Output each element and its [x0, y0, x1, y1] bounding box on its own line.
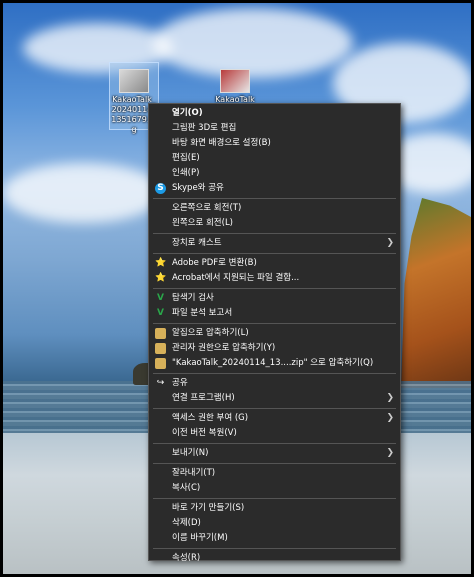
menu-item-label: 탐색기 검사: [172, 293, 214, 303]
menu-item-label: 연결 프로그램(H): [172, 393, 235, 403]
image-thumbnail-icon: [119, 69, 149, 93]
menu-item-label: 인쇄(P): [172, 168, 200, 178]
menu-item-label: 보내기(N): [172, 448, 209, 458]
menu-item-label: Adobe PDF로 변환(B): [172, 258, 257, 268]
menu-item-label: 잘라내기(T): [172, 468, 216, 478]
acrobat-combine-icon: ⭐: [155, 273, 167, 283]
menu-item-alzip-to-zip[interactable]: "KakaoTalk_20240114_13....zip" 으로 압축하기(Q…: [149, 356, 400, 371]
menu-item-rotate-right[interactable]: 오른쪽으로 회전(T): [149, 201, 400, 216]
menu-item-label: Skype와 공유: [172, 183, 224, 193]
chevron-right-icon: ❯: [386, 393, 394, 403]
menu-separator: [153, 323, 396, 324]
menu-item-acrobat-combine[interactable]: ⭐ Acrobat에서 지원되는 파일 결합...: [149, 271, 400, 286]
cliff-image: [401, 198, 471, 388]
menu-item-label: 알집으로 압축하기(L): [172, 328, 249, 338]
menu-item-restore-previous[interactable]: 이전 버전 복원(V): [149, 426, 400, 441]
menu-separator: [153, 373, 396, 374]
menu-item-give-access[interactable]: 액세스 권한 부여 (G) ❯: [149, 411, 400, 426]
antivirus-scan-icon: V: [157, 293, 164, 303]
menu-item-copy[interactable]: 복사(C): [149, 481, 400, 496]
chevron-right-icon: ❯: [386, 448, 394, 458]
menu-item-label: 왼쪽으로 회전(L): [172, 218, 233, 228]
menu-item-delete[interactable]: 삭제(D): [149, 516, 400, 531]
menu-item-rename[interactable]: 이름 바꾸기(M): [149, 531, 400, 546]
context-menu: 열기(O) 그림판 3D로 편집 바탕 화면 배경으로 설정(B) 편집(E) …: [148, 103, 401, 563]
menu-item-label: 관리자 권한으로 압축하기(Y): [172, 343, 276, 353]
skype-icon: S: [155, 183, 166, 194]
menu-item-antivirus-scan[interactable]: V 탐색기 검사: [149, 291, 400, 306]
menu-item-label: 바탕 화면 배경으로 설정(B): [172, 138, 271, 148]
chevron-right-icon: ❯: [386, 238, 394, 248]
menu-item-rotate-left[interactable]: 왼쪽으로 회전(L): [149, 216, 400, 231]
menu-item-label: 파일 분석 보고서: [172, 308, 233, 318]
menu-item-file-analysis[interactable]: V 파일 분석 보고서: [149, 306, 400, 321]
menu-item-set-background[interactable]: 바탕 화면 배경으로 설정(B): [149, 136, 400, 151]
menu-separator: [153, 408, 396, 409]
menu-item-properties[interactable]: 속성(R): [149, 551, 400, 566]
menu-item-label: 바로 가기 만들기(S): [172, 503, 245, 513]
image-thumbnail-icon: [220, 69, 250, 93]
menu-item-share[interactable]: ↪ 공유: [149, 376, 400, 391]
menu-item-label: 삭제(D): [172, 518, 201, 528]
menu-separator: [153, 548, 396, 549]
menu-item-label: 액세스 권한 부여 (G): [172, 413, 249, 423]
menu-separator: [153, 253, 396, 254]
menu-item-create-shortcut[interactable]: 바로 가기 만들기(S): [149, 501, 400, 516]
adobe-pdf-icon: ⭐: [155, 258, 167, 268]
desktop-icon-kakaotalk-image-2[interactable]: KakaoTalk: [211, 63, 259, 104]
menu-item-label: 속성(R): [172, 553, 201, 563]
alzip-zip-icon: [155, 358, 166, 369]
menu-item-cut[interactable]: 잘라내기(T): [149, 466, 400, 481]
share-icon: ↪: [156, 378, 165, 388]
alzip-admin-icon: [155, 343, 166, 354]
menu-separator: [153, 233, 396, 234]
menu-separator: [153, 463, 396, 464]
menu-separator: [153, 498, 396, 499]
menu-item-label: 그림판 3D로 편집: [172, 123, 237, 133]
menu-item-convert-adobe-pdf[interactable]: ⭐ Adobe PDF로 변환(B): [149, 256, 400, 271]
menu-separator: [153, 443, 396, 444]
alzip-icon: [155, 328, 166, 339]
menu-item-cast-to-device[interactable]: 장치로 캐스트 ❯: [149, 236, 400, 251]
menu-item-label: 오른쪽으로 회전(T): [172, 203, 242, 213]
menu-item-open[interactable]: 열기(O): [149, 106, 400, 121]
menu-item-edit-paint3d[interactable]: 그림판 3D로 편집: [149, 121, 400, 136]
menu-item-label: 이름 바꾸기(M): [172, 533, 228, 543]
menu-item-edit[interactable]: 편집(E): [149, 151, 400, 166]
menu-item-label: Acrobat에서 지원되는 파일 결합...: [172, 273, 300, 283]
menu-item-print[interactable]: 인쇄(P): [149, 166, 400, 181]
menu-item-label: 공유: [172, 378, 188, 388]
menu-item-label: "KakaoTalk_20240114_13....zip" 으로 압축하기(Q…: [172, 358, 374, 368]
menu-item-alzip-compress[interactable]: 알집으로 압축하기(L): [149, 326, 400, 341]
menu-item-label: 이전 버전 복원(V): [172, 428, 237, 438]
file-analysis-icon: V: [157, 308, 164, 318]
menu-separator: [153, 198, 396, 199]
chevron-right-icon: ❯: [386, 413, 394, 423]
menu-item-open-with[interactable]: 연결 프로그램(H) ❯: [149, 391, 400, 406]
menu-item-share-skype[interactable]: S Skype와 공유: [149, 181, 400, 196]
menu-item-alzip-admin[interactable]: 관리자 권한으로 압축하기(Y): [149, 341, 400, 356]
menu-separator: [153, 288, 396, 289]
menu-item-label: 장치로 캐스트: [172, 238, 222, 248]
menu-item-label: 복사(C): [172, 483, 201, 493]
menu-item-label: 편집(E): [172, 153, 200, 163]
menu-item-label: 열기(O): [172, 108, 203, 118]
menu-item-send-to[interactable]: 보내기(N) ❯: [149, 446, 400, 461]
